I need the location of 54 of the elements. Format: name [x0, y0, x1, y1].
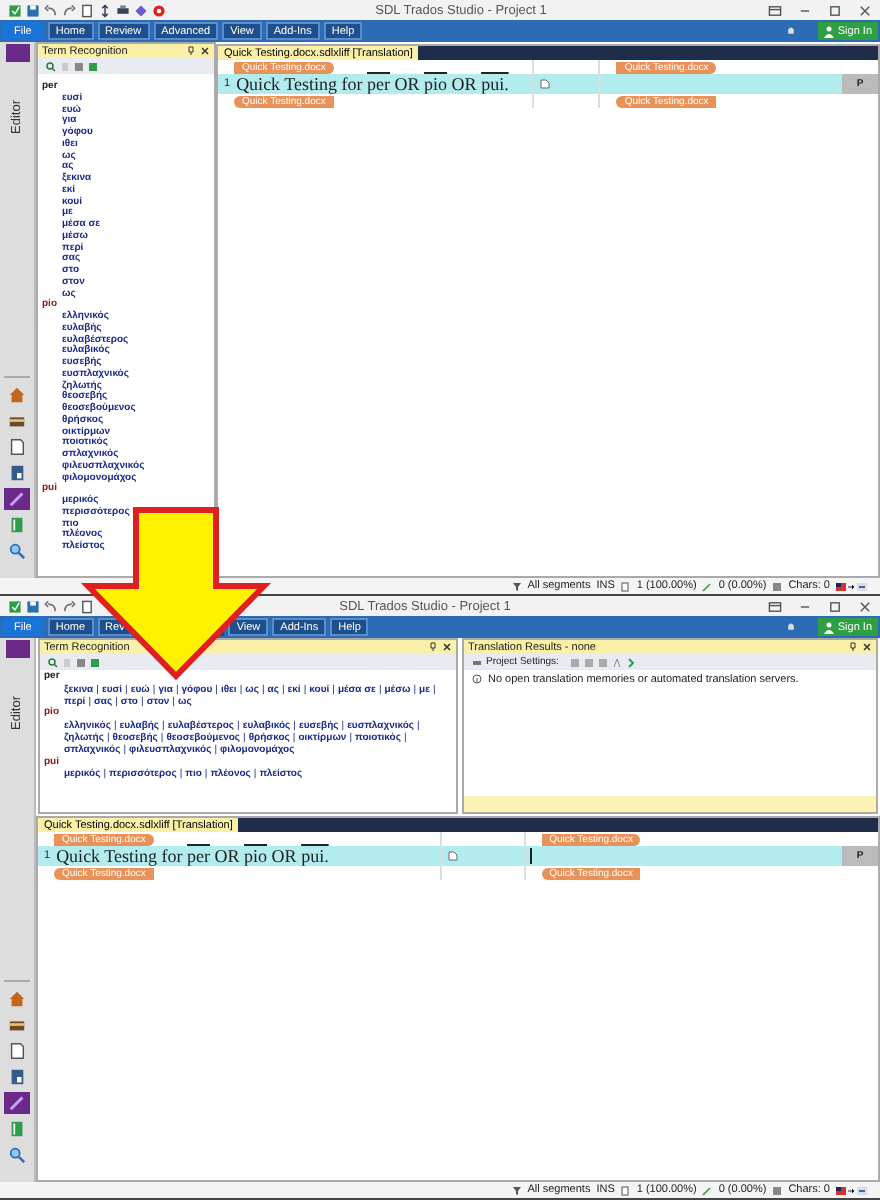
close-icon[interactable] — [858, 599, 872, 613]
menu-tile[interactable] — [5, 640, 29, 658]
person-icon — [823, 25, 834, 37]
target-field[interactable] — [525, 846, 842, 866]
record-icon[interactable] — [152, 3, 166, 17]
arrows-icon[interactable] — [98, 3, 112, 17]
save-icon[interactable] — [26, 3, 40, 17]
pin-icon[interactable] — [186, 46, 196, 56]
target-field[interactable] — [600, 74, 842, 94]
page-icon[interactable] — [80, 3, 94, 17]
filter-icon — [511, 581, 522, 591]
app-logo-icon[interactable] — [8, 599, 22, 613]
close-icon[interactable] — [862, 642, 872, 652]
source-segment-text: Quick Testing for per OR pio OR pui. — [236, 74, 509, 94]
pin-icon[interactable] — [848, 642, 858, 652]
printer-icon[interactable] — [116, 3, 130, 17]
close-icon[interactable] — [442, 642, 452, 652]
book-icon[interactable] — [90, 657, 100, 667]
menu-tile[interactable] — [5, 44, 29, 62]
filter-icon — [511, 1185, 522, 1195]
grid-icon[interactable] — [76, 657, 86, 667]
redo-icon[interactable] — [62, 3, 76, 17]
grid-icon — [772, 581, 783, 591]
app-logo-icon[interactable] — [8, 3, 22, 17]
ribbon-options-icon[interactable] — [768, 3, 782, 17]
maximize-icon[interactable] — [828, 3, 842, 17]
language-pair-icon — [836, 1185, 868, 1195]
person-icon — [823, 621, 834, 633]
undo-icon[interactable] — [44, 599, 58, 613]
search-icon[interactable] — [48, 657, 58, 667]
info-icon — [472, 674, 482, 684]
save-icon[interactable] — [26, 599, 40, 613]
source-segment-text: Quick Testing for per OR pio OR pui. — [56, 846, 329, 866]
maximize-icon[interactable] — [828, 599, 842, 613]
grid-icon[interactable] — [74, 61, 84, 71]
pin-icon[interactable] — [428, 642, 438, 652]
chevron-icon[interactable] — [626, 657, 637, 667]
book-icon[interactable] — [88, 61, 98, 71]
document-icon — [447, 850, 458, 862]
bell-icon[interactable] — [783, 24, 798, 38]
close-icon[interactable] — [200, 46, 210, 56]
document-icon — [540, 78, 551, 90]
search-icon[interactable] — [46, 61, 56, 71]
pen-icon — [702, 1185, 713, 1195]
ribbon-options-icon[interactable] — [768, 599, 782, 613]
pen-icon — [702, 581, 713, 591]
language-pair-icon — [836, 581, 868, 591]
bell-icon[interactable] — [783, 620, 798, 634]
redo-icon[interactable] — [62, 599, 76, 613]
grid-icon — [772, 1185, 783, 1195]
undo-icon[interactable] — [44, 3, 58, 17]
font-icon[interactable] — [612, 657, 623, 667]
page-icon[interactable] — [80, 599, 94, 613]
close-icon[interactable] — [858, 3, 872, 17]
